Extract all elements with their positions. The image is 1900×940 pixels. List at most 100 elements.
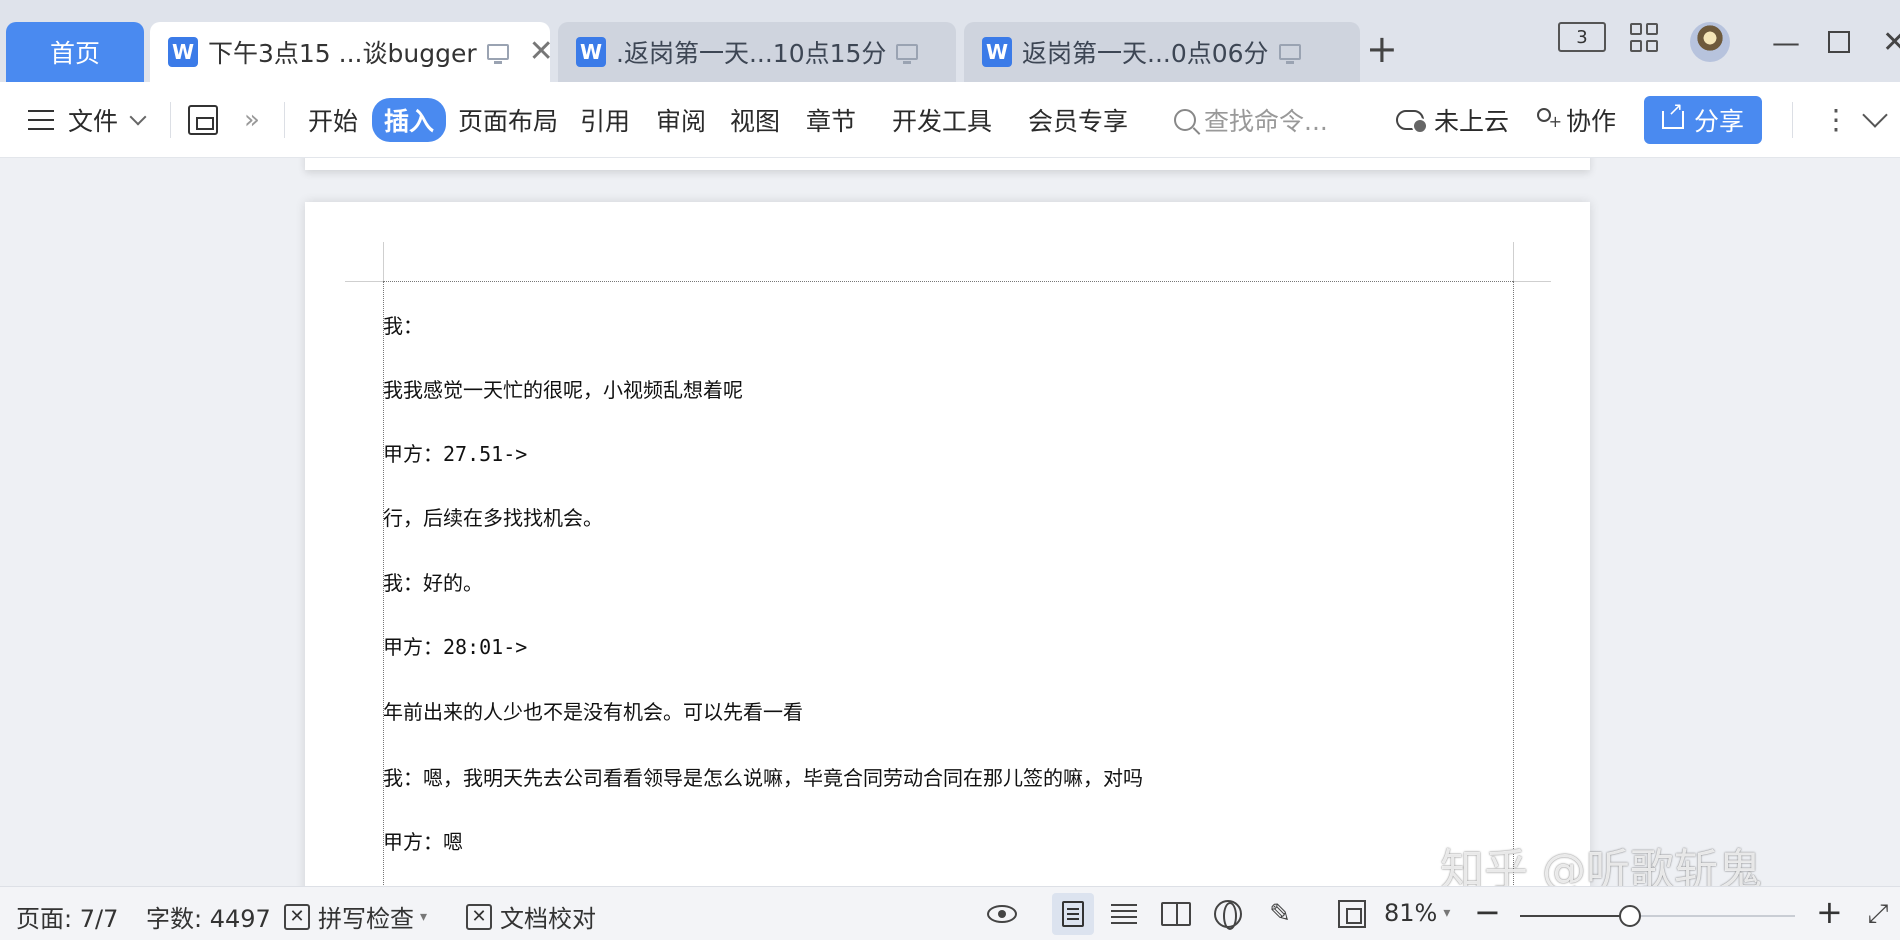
page-indicator[interactable]: 页面: 7/7	[16, 899, 118, 934]
status-bar: 页面: 7/7 字数: 4497 ✕ 拼写检查 ▾ ✕ 文档校对 ✎ 81% ▾…	[0, 886, 1900, 940]
hamburger-icon	[28, 109, 54, 130]
fit-page-icon	[1338, 900, 1366, 928]
margin-guide-right	[1513, 281, 1514, 886]
tab-page-layout[interactable]: 页面布局	[458, 102, 558, 138]
paragraph[interactable]: 甲方：28:01->	[383, 631, 527, 660]
tab-home-label: 首页	[49, 39, 100, 68]
user-plus-icon	[1534, 107, 1562, 132]
tab-review[interactable]: 审阅	[656, 102, 706, 138]
monitor-icon	[1278, 44, 1301, 64]
tab-view[interactable]: 视图	[730, 102, 780, 138]
window-close-icon[interactable]: ✕	[1882, 22, 1900, 62]
zoom-level: 81%	[1384, 899, 1438, 927]
share-button[interactable]: 分享	[1644, 96, 1762, 144]
globe-icon	[1214, 900, 1242, 930]
write-mode-button[interactable]: ✎	[1264, 899, 1296, 929]
paragraph[interactable]: 我：嗯，我明天先去公司看看领导是怎么说嘛，毕竟合同劳动合同在那儿签的嘛，对吗	[383, 762, 1143, 791]
share-label: 分享	[1693, 107, 1744, 136]
more-options-icon[interactable]: ⋮	[1822, 103, 1850, 136]
tab-home[interactable]: 首页	[6, 22, 144, 82]
paragraph[interactable]: 行，后续在多找找机会。	[383, 502, 603, 531]
zoom-slider[interactable]	[1520, 905, 1795, 927]
margin-corner	[345, 281, 383, 282]
pen-icon: ✎	[1269, 899, 1291, 929]
tab-developer[interactable]: 开发工具	[892, 102, 992, 138]
margin-corner	[1513, 242, 1514, 282]
tab-label: .返岗第一天...10点15分	[616, 39, 887, 68]
new-tab-button[interactable]: +	[1366, 30, 1398, 68]
eye-icon	[987, 905, 1017, 923]
zoom-dropdown[interactable]: 81% ▾	[1384, 899, 1450, 927]
paragraph[interactable]: 甲方：27.51->	[383, 438, 527, 467]
tab-document[interactable]: W 返岗第一天...0点06分	[964, 22, 1360, 82]
caret-down-icon: ▾	[420, 908, 428, 925]
web-view-button[interactable]	[1212, 899, 1244, 930]
paragraph[interactable]: 年前出来的人少也不是没有机会。可以先看一看	[383, 696, 803, 725]
paragraph[interactable]: 我：	[383, 310, 423, 339]
eye-protection-button[interactable]	[986, 899, 1018, 929]
tab-bar: 首页 W 下午3点15 ...谈bugger ✕ W .返岗第一天...10点1…	[0, 0, 1900, 82]
zoom-slider-thumb[interactable]	[1619, 905, 1641, 927]
file-menu-button[interactable]: 文件	[28, 102, 147, 138]
outline-icon	[1111, 904, 1137, 924]
tab-document-active[interactable]: W 下午3点15 ...谈bugger ✕	[150, 22, 554, 82]
more-tools-icon[interactable]: »	[244, 105, 260, 135]
share-icon	[1661, 99, 1684, 129]
fullscreen-button[interactable]: ⤢	[1862, 899, 1894, 929]
tab-insert[interactable]: 插入	[372, 97, 447, 142]
paragraph[interactable]: 我我感觉一天忙的很呢，小视频乱想着呢	[383, 374, 743, 403]
tab-document[interactable]: W .返岗第一天...10点15分	[558, 22, 956, 82]
spellcheck-icon: ✕	[284, 903, 310, 930]
margin-corner	[1513, 281, 1551, 282]
monitor-icon	[486, 44, 509, 64]
page-view-icon	[1062, 901, 1084, 927]
file-menu-label: 文件	[68, 106, 119, 136]
tab-label: 下午3点15 ...谈bugger	[208, 39, 477, 68]
tab-label: 返岗第一天...0点06分	[1022, 39, 1269, 68]
window-count: 3	[1576, 26, 1588, 48]
cloud-status-button[interactable]: 未上云	[1396, 102, 1509, 138]
expand-icon: ⤢	[1867, 898, 1889, 929]
wps-writer-icon: W	[576, 37, 606, 67]
word-count[interactable]: 字数: 4497	[146, 899, 271, 934]
collapse-ribbon-icon[interactable]	[1862, 102, 1888, 128]
avatar[interactable]	[1690, 22, 1730, 62]
apps-grid-icon[interactable]	[1630, 22, 1660, 52]
collaborate-button[interactable]: 协作	[1534, 102, 1616, 138]
reading-mode-button[interactable]	[1160, 899, 1192, 929]
tab-sections[interactable]: 章节	[806, 102, 856, 138]
margin-guide-top	[383, 281, 1513, 282]
zoom-in-button[interactable]: +	[1816, 893, 1843, 931]
save-icon[interactable]	[188, 104, 218, 135]
page-view-button[interactable]	[1052, 893, 1094, 935]
chevron-down-icon	[129, 108, 147, 125]
proofread-label: 文档校对	[500, 905, 596, 933]
paragraph[interactable]: 甲方：嗯	[383, 826, 463, 855]
command-search-placeholder: 查找命令...	[1204, 106, 1328, 136]
fit-page-button[interactable]	[1336, 899, 1368, 929]
margin-corner	[383, 242, 384, 282]
document-canvas[interactable]: 我： 我我感觉一天忙的很呢，小视频乱想着呢 甲方：27.51-> 行，后续在多找…	[0, 158, 1900, 886]
outline-view-button[interactable]	[1108, 899, 1140, 929]
proofread-button[interactable]: ✕ 文档校对	[466, 899, 596, 934]
search-icon	[1174, 108, 1196, 131]
tab-member[interactable]: 会员专享	[1028, 102, 1128, 138]
divider	[170, 102, 171, 138]
close-icon[interactable]: ✕	[529, 37, 554, 67]
minimize-icon[interactable]: —	[1772, 22, 1800, 62]
previous-page-edge	[305, 158, 1590, 170]
window-count-badge[interactable]: 3	[1558, 22, 1606, 52]
spellcheck-button[interactable]: ✕ 拼写检查 ▾	[284, 899, 427, 934]
ribbon-toolbar: 文件 » 开始 插入 页面布局 引用 审阅 视图 章节 开发工具 会员专享 查找…	[0, 82, 1900, 158]
divider	[284, 102, 285, 138]
zoom-out-button[interactable]: −	[1474, 893, 1501, 931]
wps-writer-icon: W	[982, 37, 1012, 67]
document-page[interactable]: 我： 我我感觉一天忙的很呢，小视频乱想着呢 甲方：27.51-> 行，后续在多找…	[305, 202, 1590, 886]
maximize-icon[interactable]	[1828, 31, 1850, 53]
spellcheck-label: 拼写检查	[318, 905, 414, 933]
paragraph[interactable]: 我：好的。	[383, 567, 483, 596]
tab-start[interactable]: 开始	[308, 102, 358, 138]
tab-references[interactable]: 引用	[580, 102, 630, 138]
command-search[interactable]: 查找命令...	[1174, 102, 1328, 138]
divider	[1792, 102, 1793, 138]
